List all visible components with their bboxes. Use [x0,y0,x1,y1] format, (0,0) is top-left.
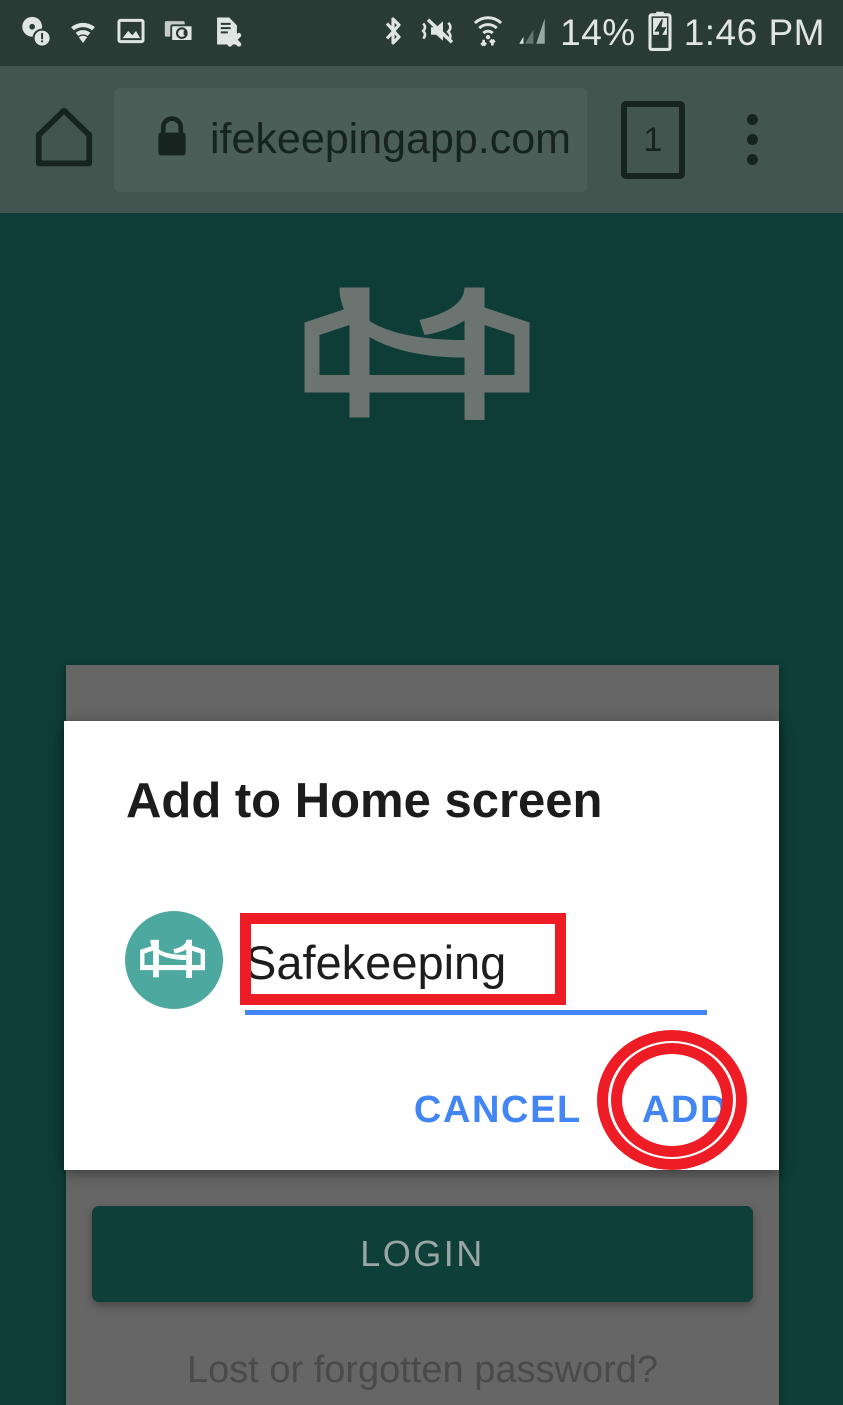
dialog-title: Add to Home screen [126,774,603,828]
add-button[interactable]: ADD [632,1081,739,1140]
bluetooth-icon [378,13,408,54]
shortcut-name-input[interactable]: Safekeeping [245,919,705,1005]
web-page-content: LOGIN Lost or forgotten password? Add to… [0,213,843,1405]
email-card-icon [162,14,196,53]
overflow-menu-icon [746,114,758,125]
login-button[interactable]: LOGIN [92,1206,753,1302]
tab-counter-button[interactable]: 1 [621,100,685,179]
status-bar-left-icons [18,14,244,53]
browser-toolbar: ifekeepingapp.com 1 [0,66,843,213]
phone-screenshot: 14% 1:46 PM ifekeepingapp.com 1 LOGIN Lo… [0,0,843,1405]
forgot-password-link[interactable]: Lost or forgotten password? [66,1349,779,1392]
clock-label: 1:46 PM [683,12,825,53]
url-text: ifekeepingapp.com [210,115,571,163]
document-error-icon [210,14,244,53]
cellular-signal-icon [515,14,549,53]
overflow-menu-icon-dot [746,134,758,145]
overflow-menu-icon-dot [746,154,758,165]
url-bar[interactable]: ifekeepingapp.com [114,87,587,192]
gallery-image-icon [114,14,148,53]
status-bar: 14% 1:46 PM [0,0,843,66]
lock-icon [151,113,193,166]
tab-counter-icon: 1 [621,100,685,179]
vibrate-mute-icon [419,13,461,54]
cancel-button[interactable]: CANCEL [404,1081,592,1140]
add-to-home-screen-dialog: Add to Home screen Safekeeping CANCEL AD… [64,721,779,1170]
dialog-action-row: CANCEL ADD [404,1081,739,1140]
disc-alert-icon [18,14,52,53]
home-icon [28,101,100,178]
overflow-menu-button[interactable] [727,100,777,180]
battery-charging-icon [647,11,673,56]
tab-count-label: 1 [643,120,663,159]
battery-percent-label: 14% [560,12,636,53]
bridge-logo-icon [297,280,547,435]
input-underline [245,1010,707,1015]
wifi-icon [66,14,100,53]
status-bar-right-icons: 14% 1:46 PM [378,11,825,56]
shortcut-name-value: Safekeeping [245,935,507,989]
wifi-transfer-icon [472,13,504,54]
home-button[interactable] [20,96,108,184]
bridge-app-icon [125,911,223,1009]
